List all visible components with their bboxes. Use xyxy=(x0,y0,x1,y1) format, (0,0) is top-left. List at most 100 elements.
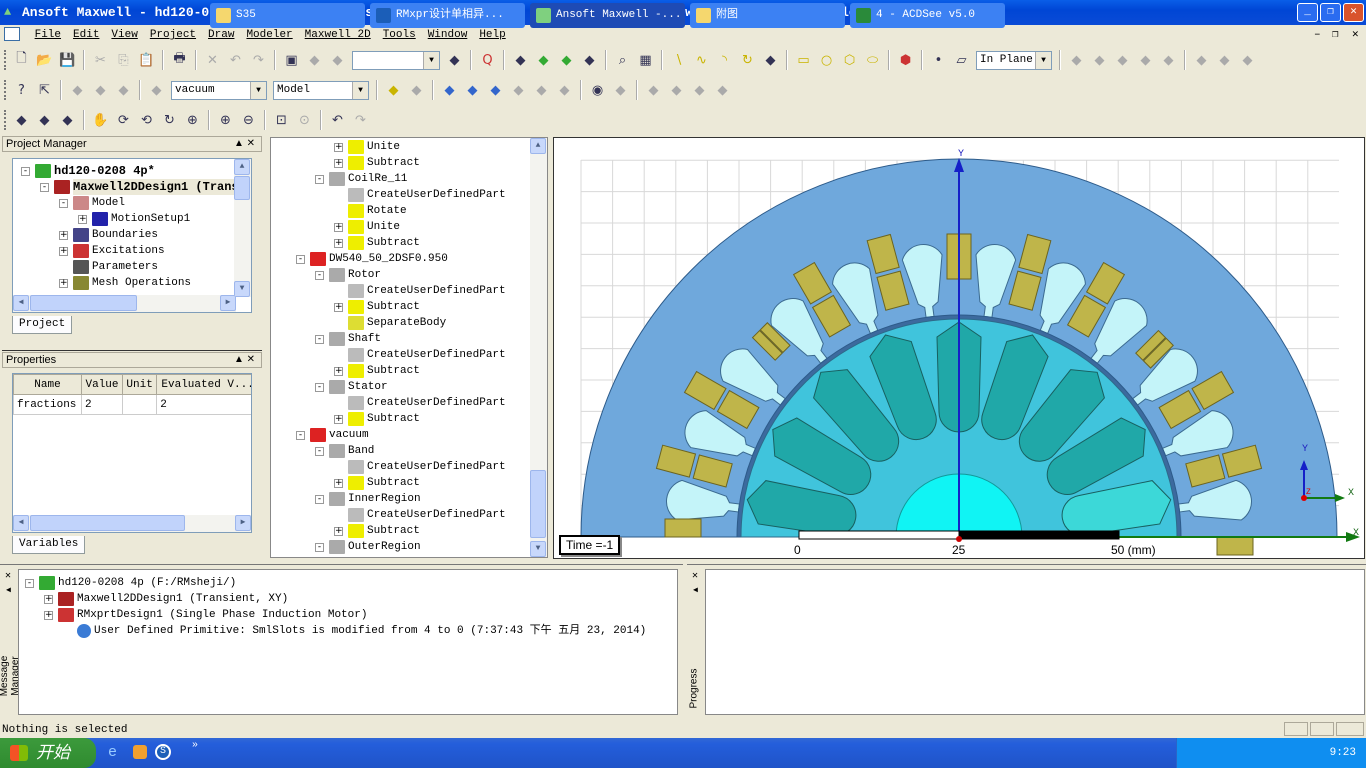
expand-icon[interactable]: + xyxy=(334,366,343,376)
spin-icon[interactable]: ↻ xyxy=(158,109,181,131)
arc-icon[interactable]: ◝ xyxy=(713,49,736,71)
tree-item[interactable]: - Stator xyxy=(315,379,388,395)
expand-icon[interactable]: + xyxy=(59,230,68,240)
chevron-down-icon[interactable]: ▼ xyxy=(1035,51,1051,69)
collapse-icon[interactable]: - xyxy=(315,382,324,392)
expand-icon[interactable]: + xyxy=(334,238,343,248)
report-icon[interactable]: ◆ xyxy=(578,49,601,71)
tree-item[interactable]: - Maxwell2DDesign1 (Trans xyxy=(40,179,239,195)
arc-center-icon[interactable]: ↻ xyxy=(736,49,759,71)
taskbar-button[interactable]: 附图 xyxy=(690,3,845,28)
whats-this-icon[interactable]: ⇱ xyxy=(33,79,56,101)
tree-item[interactable]: - Shaft xyxy=(315,331,381,347)
fit-all-icon[interactable]: ⊡ xyxy=(270,109,293,131)
copy-icon[interactable]: ⎘ xyxy=(112,49,135,71)
tool-b-icon[interactable]: ◆ xyxy=(33,109,56,131)
rotate-axis-icon[interactable]: ⟲ xyxy=(135,109,158,131)
taskbar-button[interactable]: S35 xyxy=(210,3,365,28)
tree-item[interactable]: + Subtract xyxy=(334,411,420,427)
separate-icon[interactable]: ◆ xyxy=(1157,49,1180,71)
collapse-icon[interactable]: - xyxy=(315,542,324,552)
tool-c-icon[interactable]: ◆ xyxy=(56,109,79,131)
collapse-icon[interactable]: - xyxy=(21,166,30,176)
column-header[interactable]: Unit xyxy=(121,374,158,395)
table-cell[interactable]: 2 xyxy=(81,394,123,415)
print-icon[interactable]: 🖶 xyxy=(168,49,191,71)
modeler-canvas[interactable]: Time =-1 0 25 50 (mm) Y X Y X Z xyxy=(553,137,1365,559)
redo-view-icon[interactable]: ↷ xyxy=(349,109,372,131)
tree-item[interactable]: - CoilRe_11 xyxy=(315,171,407,187)
coord-sys-icon[interactable]: ◆ xyxy=(382,79,405,101)
tree-item[interactable]: - InnerRegion xyxy=(315,491,421,507)
scale-icon[interactable]: ◆ xyxy=(484,79,507,101)
split-icon[interactable]: ◆ xyxy=(1134,49,1157,71)
chevron-down-icon[interactable]: ▼ xyxy=(423,51,439,69)
collapse-icon[interactable]: - xyxy=(315,446,324,456)
grid-icon[interactable]: ▦ xyxy=(634,49,657,71)
tree-item[interactable]: + Maxwell2DDesign1 (Transient, XY) xyxy=(44,591,288,607)
select-2-icon[interactable]: ◆ xyxy=(326,49,349,71)
subtract-icon[interactable]: ◆ xyxy=(1088,49,1111,71)
menu-modeler[interactable]: Modeler xyxy=(246,29,292,41)
line-icon[interactable]: ∖ xyxy=(667,49,690,71)
tree-item[interactable]: CreateUserDefinedPart xyxy=(334,283,506,299)
column-header[interactable]: Evaluated V... xyxy=(156,374,251,395)
tree-item[interactable]: + RMxprtDesign1 (Single Phase Induction M… xyxy=(44,607,367,623)
visibility-icon[interactable]: ◉ xyxy=(586,79,609,101)
tree-item[interactable]: - hd120-0208 4p (F:/RMsheji/) xyxy=(25,575,236,591)
tree-item[interactable]: - OuterRegion xyxy=(315,539,421,555)
mirror-icon[interactable]: ◆ xyxy=(1190,49,1213,71)
select-mode-icon[interactable]: ▣ xyxy=(280,49,303,71)
tree-item[interactable]: Parameters xyxy=(59,259,158,275)
align-a-icon[interactable]: ◆ xyxy=(66,79,89,101)
zoom-out-icon[interactable]: ⊖ xyxy=(237,109,260,131)
sogou-icon[interactable]: S xyxy=(155,744,171,760)
help-context-icon[interactable]: ? xyxy=(10,79,33,101)
expand-icon[interactable]: + xyxy=(334,526,343,536)
message-close-icon[interactable]: ✕ xyxy=(5,570,11,582)
spline-icon[interactable]: ∿ xyxy=(690,49,713,71)
undo-view-icon[interactable]: ↶ xyxy=(326,109,349,131)
ellipse-icon[interactable]: ⬭ xyxy=(861,49,884,71)
start-button[interactable]: 开始 xyxy=(0,738,96,768)
expand-icon[interactable]: + xyxy=(334,302,343,312)
toolbar-combo[interactable]: ▼ xyxy=(352,50,440,70)
tree-item[interactable]: + Subtract xyxy=(334,299,420,315)
expand-icon[interactable]: + xyxy=(334,158,343,168)
tree-item[interactable]: - Model xyxy=(59,195,125,211)
progress-close-icon[interactable]: ✕ xyxy=(692,570,698,582)
polygon-icon[interactable]: ⬡ xyxy=(838,49,861,71)
tree-item[interactable]: - vacuum xyxy=(296,427,369,443)
model-tree-vscrollbar[interactable]: ▲ ▼ xyxy=(530,138,547,557)
expand-icon[interactable]: + xyxy=(59,246,68,256)
coord-sys-2-icon[interactable]: ◆ xyxy=(405,79,428,101)
taskbar-button[interactable]: Ansoft Maxwell -... xyxy=(530,3,685,28)
zoom-dynamic-icon[interactable]: ⊕ xyxy=(181,109,204,131)
collapse-icon[interactable]: - xyxy=(315,174,324,184)
menu-view[interactable]: View xyxy=(111,29,137,41)
tree-item[interactable]: + Mesh Operations xyxy=(59,275,191,291)
face-icon[interactable]: ◆ xyxy=(530,79,553,101)
collapse-icon[interactable]: - xyxy=(315,494,324,504)
plane-icon[interactable]: ▱ xyxy=(950,49,973,71)
view-select[interactable]: Model ▼ xyxy=(273,80,369,100)
zoom-in-icon[interactable]: ⊕ xyxy=(214,109,237,131)
rectangle-icon[interactable]: ▭ xyxy=(792,49,815,71)
offset-icon[interactable]: ◆ xyxy=(507,79,530,101)
menu-edit[interactable]: Edit xyxy=(73,29,99,41)
analyze-icon[interactable]: ◆ xyxy=(555,49,578,71)
move-icon[interactable]: ◆ xyxy=(438,79,461,101)
table-cell[interactable] xyxy=(121,394,158,415)
open-folder-icon[interactable]: 📂 xyxy=(33,49,56,71)
tree-item[interactable]: + Subtract xyxy=(334,363,420,379)
menu-tools[interactable]: Tools xyxy=(383,29,416,41)
media-icon[interactable] xyxy=(133,745,147,759)
toolbar-grip[interactable] xyxy=(4,50,7,70)
close-button[interactable]: ✕ xyxy=(1343,3,1364,22)
mirror-b-icon[interactable]: ◆ xyxy=(112,79,135,101)
view-d-icon[interactable]: ◆ xyxy=(711,79,734,101)
box-3d-icon[interactable]: ⬢ xyxy=(894,49,917,71)
tree-item[interactable]: - DW540_50_2DSF0.950 xyxy=(296,251,448,267)
panel-pin-close[interactable]: ▲ ✕ xyxy=(234,137,255,151)
expand-icon[interactable]: + xyxy=(78,214,87,224)
